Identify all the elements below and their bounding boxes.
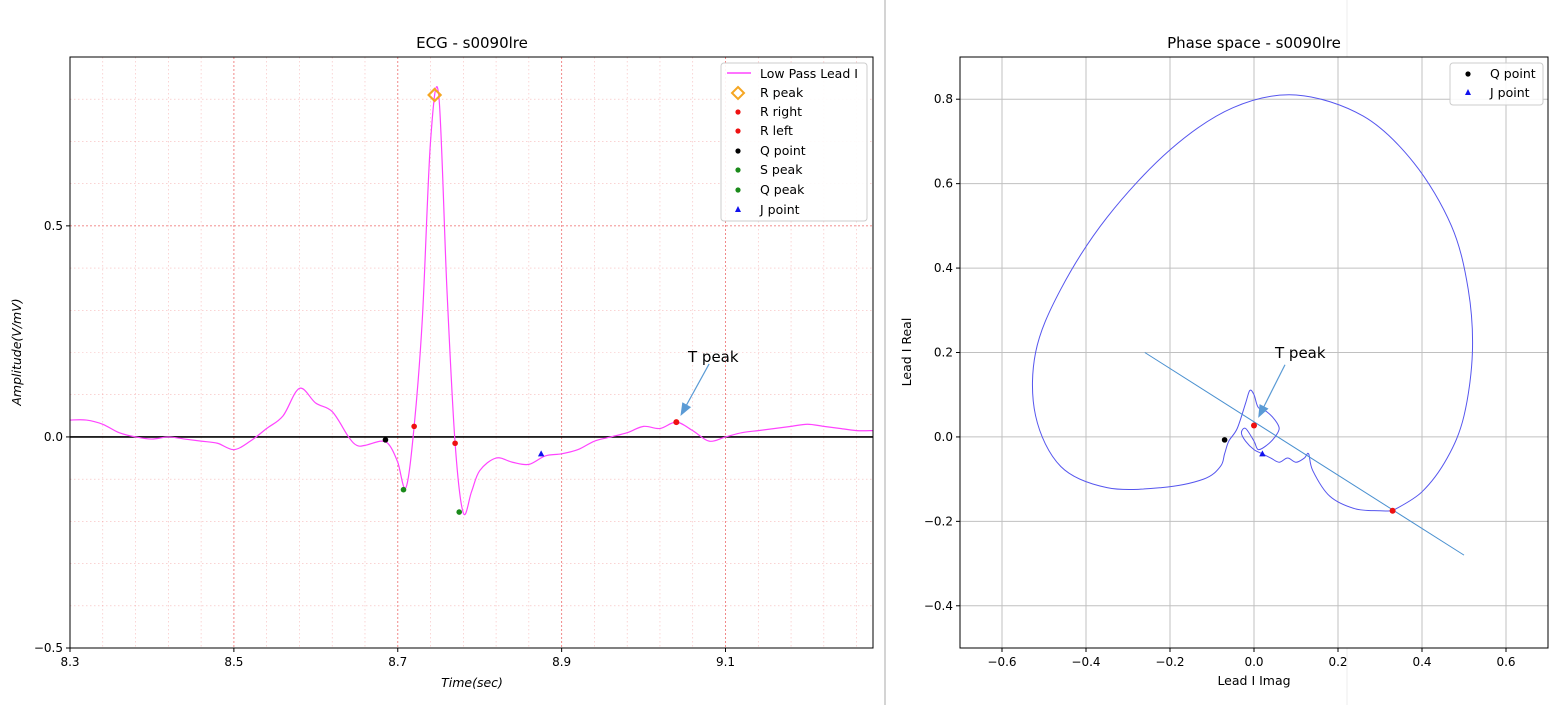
ps-x-tick-label: 0.0 <box>1244 655 1263 669</box>
legend-swatch-r-right <box>735 109 741 115</box>
ps-y-tick-label: −0.2 <box>924 514 953 528</box>
ps-r-marker <box>1251 422 1257 429</box>
legend-label-low-pass: Low Pass Lead I <box>760 66 858 81</box>
ecg-marker-s-peak <box>400 486 407 493</box>
ecg-chart: ECG - s0090lre 8.3 8.5 8.7 8.9 9.1 −0.5 0.0 0.… <box>9 34 874 690</box>
legend-swatch-s-peak <box>735 167 741 173</box>
phase-space-grid <box>960 57 1548 648</box>
ecg-marker-q-peak <box>456 509 463 515</box>
ecg-legend: Low Pass Lead I R peak R right R left Q … <box>720 62 868 222</box>
ps-x-tick-label: 0.4 <box>1412 655 1431 669</box>
ecg-x-tick-label: 8.9 <box>552 655 571 669</box>
legend-label-r-right: R right <box>760 104 802 119</box>
phase-space-title: Phase space - s0090lre <box>1167 34 1341 52</box>
phase-space-legend: Q point J point <box>1449 62 1544 106</box>
ecg-x-tick-label: 8.7 <box>388 655 407 669</box>
ps-marker-q-point <box>1221 437 1228 443</box>
ps-x-tick-label: −0.6 <box>987 655 1016 669</box>
ecg-t-peak-marker <box>673 419 680 426</box>
ps-y-tick-label: 0.6 <box>934 177 953 191</box>
ecg-x-tick-label: 8.5 <box>224 655 243 669</box>
ecg-title: ECG - s0090lre <box>416 34 528 52</box>
ecg-marker-r-left <box>452 440 458 447</box>
ps-legend-label-j-point: J point <box>1489 85 1530 100</box>
legend-label-j-point: J point <box>759 202 800 217</box>
ecg-y-tick-label: 0.5 <box>44 219 63 233</box>
ecg-y-axis-label: Amplitude(V/mV) <box>9 298 24 406</box>
ecg-marker-q-point <box>382 437 389 443</box>
ps-y-tick-label: −0.4 <box>924 599 953 613</box>
phase-space-y-axis-label: Lead I Real <box>899 318 914 387</box>
legend-label-q-point: Q point <box>760 143 806 158</box>
legend-label-s-peak: S peak <box>760 162 803 177</box>
ps-y-tick-label: 0.8 <box>934 92 953 106</box>
legend-label-r-peak: R peak <box>760 85 804 100</box>
phase-space-chart: Phase space - s0090lre −0.6 −0.4 −0.2 0.0 0.… <box>899 34 1549 688</box>
ps-y-tick-label: 0.2 <box>934 346 953 360</box>
phase-space-t-peak-label: T peak <box>1274 344 1326 362</box>
ecg-y-tick-label: −0.5 <box>34 641 63 655</box>
ps-t-peak-marker <box>1389 507 1396 514</box>
ecg-x-tick-label: 9.1 <box>716 655 735 669</box>
legend-swatch-q-point <box>735 148 741 154</box>
ps-y-tick-label: 0.0 <box>934 430 953 444</box>
legend-swatch-r-left <box>735 128 741 134</box>
ps-y-tick-label: 0.4 <box>934 261 953 275</box>
ps-legend-label-q-point: Q point <box>1490 66 1536 81</box>
phase-space-x-axis-label: Lead I Imag <box>1217 673 1290 688</box>
legend-label-r-left: R left <box>760 123 793 138</box>
ps-x-tick-label: 0.2 <box>1328 655 1347 669</box>
ecg-x-tick-label: 8.3 <box>60 655 79 669</box>
legend-swatch-q-peak <box>735 187 741 193</box>
ecg-marker-r-right <box>411 423 417 430</box>
ps-legend-swatch-q-point <box>1465 71 1471 77</box>
legend-label-q-peak: Q peak <box>760 182 805 197</box>
ps-x-tick-label: 0.6 <box>1496 655 1515 669</box>
ecg-x-axis-label: Time(sec) <box>441 675 503 690</box>
ecg-y-tick-label: 0.0 <box>44 430 63 444</box>
ps-x-tick-label: −0.2 <box>1155 655 1184 669</box>
figure: ECG - s0090lre 8.3 8.5 8.7 8.9 9.1 −0.5 0.0 0.… <box>0 0 1556 705</box>
ps-x-tick-label: −0.4 <box>1071 655 1100 669</box>
ecg-t-peak-label: T peak <box>687 348 739 366</box>
